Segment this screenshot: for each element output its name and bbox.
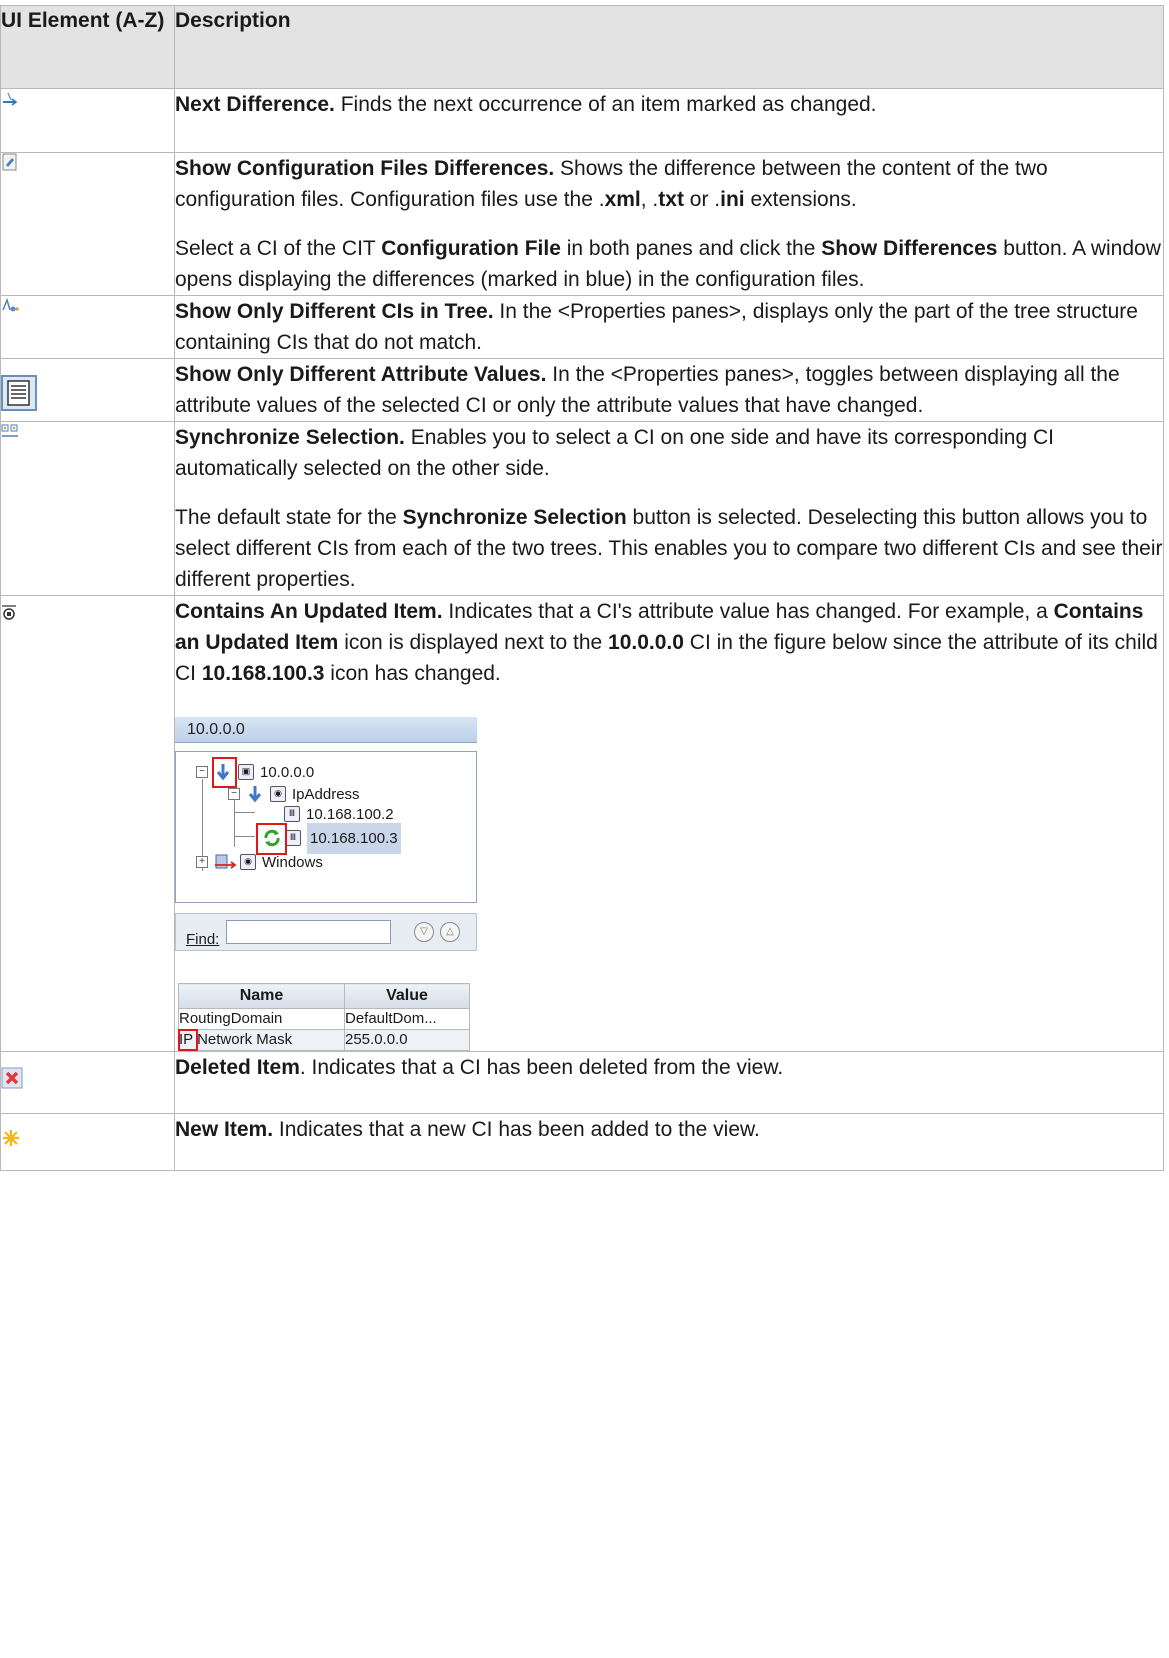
deleted-item-icon bbox=[1, 1067, 23, 1089]
deleted-link-icon bbox=[215, 854, 237, 869]
icon-cell bbox=[0, 595, 175, 1052]
synchronize-selection-icon bbox=[1, 424, 18, 437]
props-row[interactable]: RoutingDomain DefaultDom... bbox=[178, 1008, 470, 1030]
icon-cell bbox=[0, 1113, 175, 1171]
changed-attribute-icon bbox=[178, 1029, 198, 1051]
table-row: Show Only Different CIs in Tree. In the … bbox=[0, 295, 1164, 359]
icon-cell bbox=[0, 152, 175, 296]
table-row: Synchronize Selection. Enables you to se… bbox=[0, 421, 1164, 596]
description-cell: Synchronize Selection. Enables you to se… bbox=[174, 421, 1164, 596]
ui-elements-table: UI Element (A-Z) Description Next Differ… bbox=[0, 5, 1164, 1171]
icon-cell bbox=[0, 88, 175, 153]
tree-node-ip-1[interactable]: Ⅲ 10.168.100.2 bbox=[284, 804, 394, 824]
description-cell: Show Configuration Files Differences. Sh… bbox=[174, 152, 1164, 296]
expand-icon[interactable]: + bbox=[196, 856, 208, 868]
icon-cell bbox=[0, 1051, 175, 1114]
tree-panel-title: 10.0.0.0 bbox=[175, 717, 477, 743]
description-cell: Deleted Item. Indicates that a CI has be… bbox=[174, 1051, 1164, 1114]
find-next-icon[interactable]: ▽ bbox=[414, 922, 434, 942]
tree-view: − ▣ 10.0.0.0 − ◉ IpAddress Ⅲ 10.168.100.… bbox=[175, 751, 477, 903]
tree-node-windows[interactable]: + ◉ Windows bbox=[196, 852, 323, 872]
props-row[interactable]: IP Network Mask 255.0.0.0 bbox=[178, 1029, 470, 1051]
find-input[interactable] bbox=[226, 920, 391, 944]
find-previous-icon[interactable]: △ bbox=[440, 922, 460, 942]
icon-cell bbox=[0, 358, 175, 422]
table-row: Show Only Different Attribute Values. In… bbox=[0, 358, 1164, 422]
props-header-name: Name bbox=[178, 983, 345, 1009]
table-row: Next Difference. Finds the next occurren… bbox=[0, 88, 1164, 153]
properties-table: Name Value RoutingDomain DefaultDom... I… bbox=[178, 983, 470, 1051]
collapse-icon[interactable]: − bbox=[196, 766, 208, 778]
show-config-files-differences-icon bbox=[2, 153, 17, 171]
description-cell: Contains An Updated Item. Indicates that… bbox=[174, 595, 1164, 1052]
icon-cell bbox=[0, 295, 175, 359]
description-cell: Show Only Different CIs in Tree. In the … bbox=[174, 295, 1164, 359]
ip-icon: Ⅲ bbox=[285, 830, 301, 846]
icon-cell bbox=[0, 421, 175, 596]
highlight-box bbox=[256, 823, 287, 855]
props-name-cell: RoutingDomain bbox=[178, 1008, 345, 1030]
highlight-box bbox=[212, 757, 237, 788]
table-row: Contains An Updated Item. Indicates that… bbox=[0, 595, 1164, 1052]
table-row: Deleted Item. Indicates that a CI has be… bbox=[0, 1051, 1164, 1114]
find-label: Find: bbox=[186, 931, 220, 948]
table-row: Show Configuration Files Differences. Sh… bbox=[0, 152, 1164, 296]
props-header-value: Value bbox=[344, 983, 470, 1009]
table-header-row: UI Element (A-Z) Description bbox=[0, 5, 1164, 89]
next-difference-icon bbox=[3, 92, 18, 106]
table-row: New Item. Indicates that a new CI has be… bbox=[0, 1113, 1164, 1171]
tree-figure: 10.0.0.0 − ▣ 10.0.0.0 − ◉ IpAddress Ⅲ 10… bbox=[175, 717, 477, 959]
contains-updated-item-icon bbox=[2, 605, 16, 620]
new-item-icon bbox=[3, 1130, 19, 1146]
ip-icon: Ⅲ bbox=[284, 806, 300, 822]
down-arrow-icon bbox=[248, 786, 262, 803]
props-value-cell: 255.0.0.0 bbox=[344, 1029, 470, 1051]
description-cell: Next Difference. Finds the next occurren… bbox=[174, 88, 1164, 153]
props-name-cell: IP Network Mask bbox=[178, 1029, 345, 1051]
host-icon: ▣ bbox=[238, 764, 254, 780]
column-header-description: Description bbox=[174, 5, 1164, 89]
description-cell: New Item. Indicates that a new CI has be… bbox=[174, 1113, 1164, 1171]
props-value-cell: DefaultDom... bbox=[344, 1008, 470, 1030]
show-only-different-cis-icon bbox=[2, 297, 19, 312]
show-only-different-attributes-icon bbox=[1, 375, 37, 411]
description-cell: Show Only Different Attribute Values. In… bbox=[174, 358, 1164, 422]
column-header-ui-element: UI Element (A-Z) bbox=[0, 5, 175, 89]
group-icon: ◉ bbox=[270, 786, 286, 802]
group-icon: ◉ bbox=[240, 854, 256, 870]
collapse-icon[interactable]: − bbox=[228, 788, 240, 800]
find-bar: Find: ▽ △ bbox=[175, 913, 477, 951]
